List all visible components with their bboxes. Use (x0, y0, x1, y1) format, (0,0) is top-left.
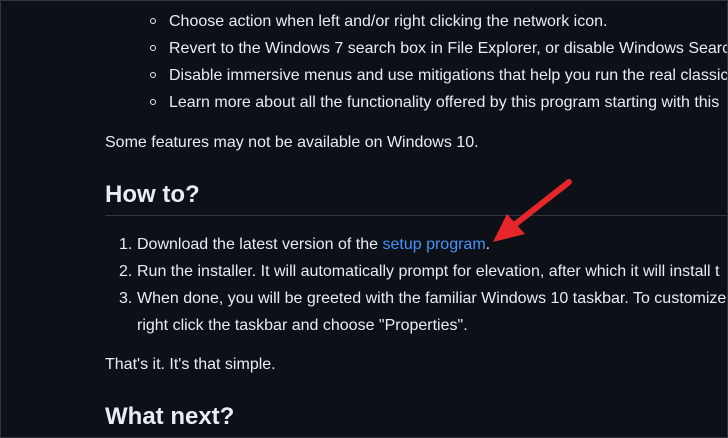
list-item: Disable immersive menus and use mitigati… (149, 62, 728, 89)
step-number: 1. (119, 236, 133, 253)
list-item: Choose action when left and/or right cli… (149, 8, 727, 35)
install-steps: 1. Download the latest version of the set… (119, 231, 726, 339)
list-item-text: Learn more about all the functionality o… (169, 94, 720, 111)
list-item: Learn more about all the functionality o… (149, 89, 727, 116)
list-item-text: Revert to the Windows 7 search box in Fi… (169, 40, 728, 57)
bullet-icon (150, 72, 156, 78)
step-number: 2. (119, 263, 133, 280)
bullet-icon (150, 18, 156, 24)
list-item-text: Disable immersive menus and use mitigati… (169, 67, 728, 84)
page-frame: Choose action when left and/or right cli… (0, 0, 728, 438)
howto-heading: How to? (105, 181, 200, 208)
setup-program-link[interactable]: setup program (382, 236, 485, 253)
outro-text: That's it. It's that simple. (105, 356, 276, 373)
step-item: 3. When done, you will be greeted with th… (119, 285, 726, 339)
feature-list: Choose action when left and/or right cli… (149, 8, 728, 116)
whatnext-heading: What next? (105, 403, 235, 430)
bullet-icon (150, 45, 156, 51)
red-arrow-annotation-icon (493, 179, 572, 242)
step-number: 3. (119, 290, 133, 307)
bullet-icon (150, 99, 156, 105)
step-item: 1. Download the latest version of the set… (119, 231, 726, 258)
step-text-continued: right click the taskbar and choose "Prop… (137, 317, 468, 334)
list-item-text: Choose action when left and/or right cli… (169, 13, 608, 30)
compat-note: Some features may not be available on Wi… (105, 134, 479, 151)
list-item: Revert to the Windows 7 search box in Fi… (149, 35, 728, 62)
step-text: Download the latest version of the (137, 236, 383, 253)
step-text: Run the installer. It will automatically… (137, 263, 720, 280)
step-item: 2. Run the installer. It will automatical… (119, 258, 726, 285)
step-text: When done, you will be greeted with the … (137, 290, 727, 307)
heading-divider (105, 215, 727, 216)
